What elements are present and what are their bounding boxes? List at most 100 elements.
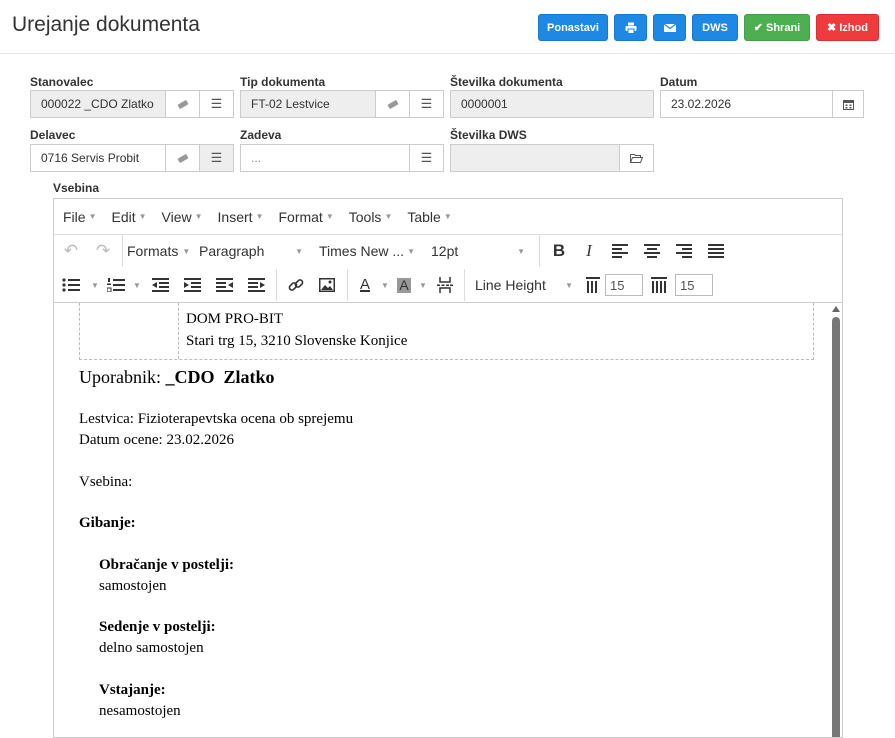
date-field[interactable]: 23.02.2026 [660, 90, 864, 118]
list-icon: ☰ [420, 96, 433, 111]
numbered-list-button[interactable] [102, 272, 130, 298]
save-button[interactable]: ✔ Shrani [744, 14, 810, 41]
eraser-icon [386, 99, 399, 109]
menu-edit[interactable]: Edit ▼ [111, 209, 146, 225]
scroll-up-arrow-icon[interactable] [832, 306, 840, 312]
email-button[interactable] [653, 14, 686, 41]
doc-number-field: 0000001 [450, 90, 654, 118]
outdent-button[interactable] [144, 272, 176, 298]
numbered-list-icon [107, 278, 125, 292]
align-left-icon [612, 244, 628, 258]
content-label: Vsebina [53, 181, 100, 195]
align-right-button[interactable] [668, 238, 700, 264]
block-format-dropdown[interactable]: Paragraph ▼ [199, 238, 311, 264]
calendar-icon [842, 99, 854, 110]
list-subject-button[interactable]: ☰ [409, 145, 443, 171]
chevron-down-icon: ▼ [255, 212, 264, 221]
exit-button-label: Izhod [839, 21, 868, 34]
editor-content[interactable]: DOM PRO-BIT Stari trg 15, 3210 Slovenske… [54, 303, 830, 737]
user-label: Uporabnik: [79, 367, 161, 387]
text-color-dropdown[interactable]: ▼ [378, 272, 392, 298]
print-button[interactable] [614, 14, 647, 41]
menu-insert[interactable]: Insert ▼ [218, 209, 264, 225]
page-break-icon [437, 277, 453, 293]
list-icon: ☰ [210, 96, 223, 111]
spacing-after-input[interactable]: 15 [675, 274, 713, 296]
editor-scrollbar[interactable] [830, 303, 842, 737]
chevron-down-icon: ▼ [565, 280, 573, 290]
close-icon: ✖ [827, 22, 837, 34]
rich-text-editor[interactable]: File ▼ Edit ▼ View ▼ Insert ▼ Format ▼ Tools ▼… [53, 198, 843, 738]
font-size-label: 12pt [431, 243, 459, 259]
org-name: DOM PRO-BIT [186, 311, 284, 327]
insert-image-button[interactable] [311, 272, 343, 298]
user-line: Uporabnik: _CDO Zlatko [79, 367, 275, 388]
numbered-list-dropdown[interactable]: ▼ [130, 272, 144, 298]
list-doc-type-button[interactable]: ☰ [409, 91, 443, 117]
align-justify-button[interactable] [700, 238, 732, 264]
font-family-dropdown[interactable]: Times New ... ▼ [311, 238, 423, 264]
dws-number-field [450, 144, 654, 172]
ltr-button[interactable] [240, 272, 272, 298]
save-button-label: Shrani [765, 21, 801, 34]
answer-3: nesamostojen [99, 703, 181, 719]
rtl-button[interactable] [208, 272, 240, 298]
open-dws-button[interactable] [619, 145, 653, 171]
scrollbar-thumb[interactable] [832, 317, 840, 737]
eraser-icon [176, 99, 189, 109]
doc-type-field[interactable]: FT-02 Lestvice ☰ [240, 90, 444, 118]
dws-button[interactable]: DWS [692, 14, 738, 41]
folder-open-icon [630, 154, 643, 163]
bullet-list-button[interactable] [54, 272, 88, 298]
bullet-list-dropdown[interactable]: ▼ [88, 272, 102, 298]
user-name: _CDO Zlatko [165, 367, 275, 387]
subject-value: ... [251, 151, 262, 165]
menu-format[interactable]: Format ▼ [278, 209, 333, 225]
indent-button[interactable] [176, 272, 208, 298]
page-break-button[interactable] [430, 272, 460, 298]
clear-doc-type-button[interactable] [375, 91, 409, 117]
clear-worker-button[interactable] [165, 145, 199, 171]
italic-button[interactable]: I [574, 238, 604, 264]
question-2: Sedenje v postelji: [99, 619, 216, 635]
align-justify-icon [708, 244, 724, 258]
link-icon [288, 279, 304, 291]
align-right-icon [676, 244, 692, 258]
indent-icon [183, 278, 201, 292]
subject-label: Zadeva [240, 128, 282, 142]
exit-button[interactable]: ✖ Izhod [816, 14, 879, 41]
reset-button[interactable]: Ponastavi [538, 14, 608, 41]
background-color-dropdown[interactable]: ▼ [416, 272, 430, 298]
answer-2: delno samostojen [99, 640, 204, 656]
dws-number-label: Številka DWS [450, 128, 527, 142]
spacing-before-icon-wrap [581, 272, 605, 298]
menu-tools[interactable]: Tools ▼ [349, 209, 393, 225]
clear-resident-button[interactable] [165, 91, 199, 117]
subject-field[interactable]: ... ☰ [240, 144, 444, 172]
calendar-button[interactable] [832, 91, 863, 117]
menu-file[interactable]: File ▼ [63, 209, 96, 225]
resident-field[interactable]: 000022 _CDO Zlatko ☰ [30, 90, 234, 118]
menu-insert-label: Insert [217, 208, 253, 225]
align-left-button[interactable] [604, 238, 636, 264]
worker-field[interactable]: 0716 Servis Probit ☰ [30, 144, 234, 172]
insert-link-button[interactable] [281, 272, 311, 298]
font-family-label: Times New ... [319, 243, 405, 259]
bold-button[interactable]: B [544, 238, 574, 264]
formats-dropdown[interactable]: Formats ▼ [127, 238, 199, 264]
background-color-icon: A [397, 276, 411, 293]
list-resident-button[interactable]: ☰ [199, 91, 233, 117]
text-color-button[interactable]: A [352, 272, 378, 298]
redo-button[interactable]: ↷ [88, 238, 118, 264]
font-size-dropdown[interactable]: 12pt ▼ [423, 238, 535, 264]
background-color-button[interactable]: A [392, 272, 416, 298]
undo-button[interactable]: ↶ [54, 238, 88, 264]
list-icon: ☰ [210, 150, 223, 165]
line-height-dropdown[interactable]: Line Height ▼ [469, 272, 581, 298]
align-center-button[interactable] [636, 238, 668, 264]
menu-table[interactable]: Table ▼ [407, 209, 451, 225]
menu-view[interactable]: View ▼ [162, 209, 203, 225]
spacing-before-input[interactable]: 15 [605, 274, 643, 296]
chevron-down-icon: ▼ [91, 280, 99, 290]
list-worker-button[interactable]: ☰ [199, 145, 233, 171]
